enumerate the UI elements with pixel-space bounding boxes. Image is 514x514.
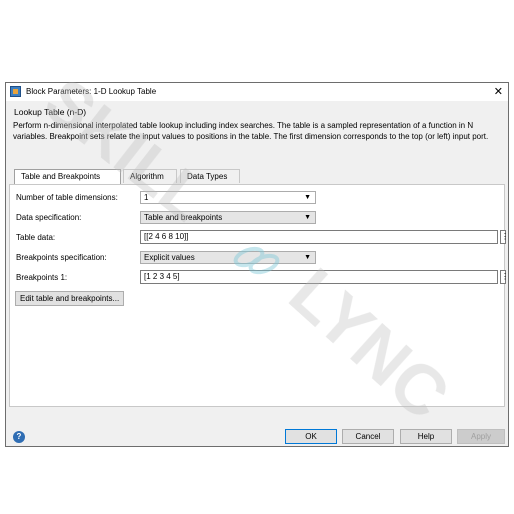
num-dims-label: Number of table dimensions: <box>16 193 118 202</box>
table-data-more-icon[interactable]: ⋮ <box>500 230 509 244</box>
num-dims-select[interactable]: 1 ▼ <box>140 191 316 204</box>
num-dims-value: 1 <box>144 193 149 202</box>
data-spec-select[interactable]: Table and breakpoints ▼ <box>140 211 316 224</box>
tab-content-panel: Number of table dimensions: 1 ▼ Data spe… <box>9 184 509 407</box>
data-spec-label: Data specification: <box>16 213 82 222</box>
bp1-more-icon[interactable]: ⋮ <box>500 270 509 284</box>
chevron-down-icon: ▼ <box>304 214 311 221</box>
bp1-input[interactable]: [1 2 3 4 5] <box>140 270 498 284</box>
tab-table-and-breakpoints[interactable]: Table and Breakpoints <box>14 169 121 184</box>
apply-button[interactable]: Apply <box>457 429 505 444</box>
tab-algorithm[interactable]: Algorithm <box>123 169 177 183</box>
block-type-label: Lookup Table (n-D) <box>14 107 87 117</box>
bp1-label: Breakpoints 1: <box>16 273 68 282</box>
bp-spec-select[interactable]: Explicit values ▼ <box>140 251 316 264</box>
chevron-down-icon: ▼ <box>304 194 311 201</box>
table-data-input[interactable]: [[2 4 6 8 10]] <box>140 230 498 244</box>
tab-data-types[interactable]: Data Types <box>180 169 240 183</box>
window-title: Block Parameters: 1-D Lookup Table <box>26 87 157 96</box>
edit-table-button[interactable]: Edit table and breakpoints... <box>15 291 125 306</box>
simulink-block-icon <box>10 86 21 97</box>
bp-spec-value: Explicit values <box>144 253 195 262</box>
chevron-down-icon: ▼ <box>304 254 311 261</box>
ok-button[interactable]: OK <box>285 429 337 444</box>
title-bar: Block Parameters: 1-D Lookup Table ✕ <box>6 83 508 101</box>
table-data-label: Table data: <box>16 233 56 242</box>
block-parameters-dialog: Block Parameters: 1-D Lookup Table ✕ Loo… <box>5 82 509 447</box>
data-spec-value: Table and breakpoints <box>144 213 223 222</box>
bp-spec-label: Breakpoints specification: <box>16 253 107 262</box>
cancel-button[interactable]: Cancel <box>342 429 394 444</box>
close-icon[interactable]: ✕ <box>494 85 503 98</box>
help-button[interactable]: Help <box>400 429 452 444</box>
block-description: Perform n-dimensional interpolated table… <box>13 121 489 141</box>
help-circle-icon[interactable]: ? <box>13 431 25 443</box>
